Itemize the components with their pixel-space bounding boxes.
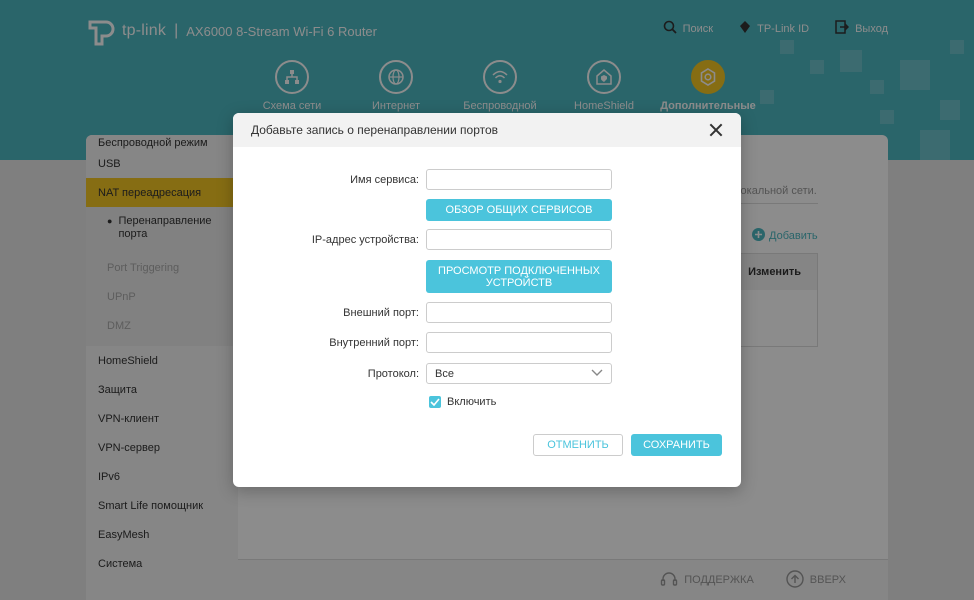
- protocol-value: Все: [435, 367, 454, 380]
- enable-label: Включить: [447, 396, 497, 408]
- device-ip-label: IP-адрес устройства:: [311, 234, 419, 246]
- save-button[interactable]: СОХРАНИТЬ: [631, 434, 722, 456]
- close-icon[interactable]: [709, 123, 723, 137]
- cancel-button[interactable]: ОТМЕНИТЬ: [533, 434, 623, 456]
- service-name-label: Имя сервиса:: [350, 174, 419, 186]
- port-forwarding-dialog: Добавьте запись о перенаправлении портов…: [233, 113, 741, 487]
- browse-services-button[interactable]: ОБЗОР ОБЩИХ СЕРВИСОВ: [426, 199, 612, 221]
- service-name-input[interactable]: [426, 169, 612, 190]
- enable-checkbox[interactable]: [429, 396, 441, 408]
- internal-port-label: Внутренний порт:: [329, 337, 419, 349]
- dialog-header: Добавьте запись о перенаправлении портов: [233, 113, 741, 147]
- dialog-title: Добавьте запись о перенаправлении портов: [251, 123, 499, 137]
- view-connected-devices-button[interactable]: ПРОСМОТР ПОДКЛЮЧЕННЫХ УСТРОЙСТВ: [426, 260, 612, 293]
- device-ip-input[interactable]: [426, 229, 612, 250]
- external-port-input[interactable]: [426, 302, 612, 323]
- protocol-select[interactable]: Все: [426, 363, 612, 384]
- protocol-label: Протокол:: [367, 368, 419, 380]
- enable-checkbox-row[interactable]: Включить: [429, 396, 496, 408]
- external-port-label: Внешний порт:: [343, 307, 419, 319]
- internal-port-input[interactable]: [426, 332, 612, 353]
- chevron-down-icon: [591, 368, 603, 380]
